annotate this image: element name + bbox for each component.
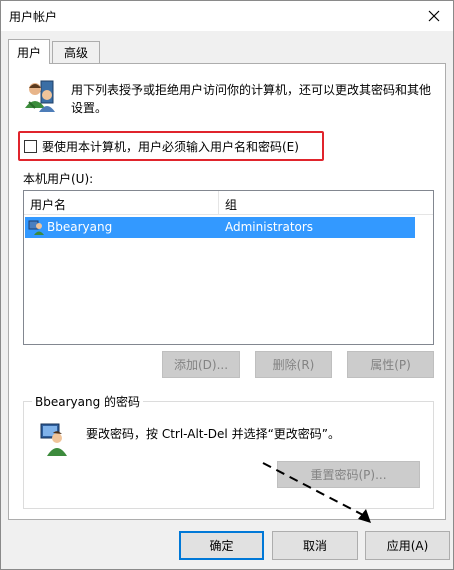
add-button[interactable]: 添加(D)...: [162, 351, 240, 378]
users-list[interactable]: 用户名 组 Bbearyang Administrators: [23, 190, 434, 345]
cancel-button[interactable]: 取消: [272, 531, 358, 560]
description-text: 用下列表授予或拒绝用户访问你的计算机，还可以更改其密码和其他设置。: [71, 83, 432, 115]
window-title: 用户帐户: [9, 10, 58, 24]
title-bar: 用户帐户: [1, 1, 453, 31]
row-username: Bbearyang: [47, 220, 113, 234]
column-divider[interactable]: [218, 191, 219, 215]
password-groupbox: Bbearyang 的密码 要改密码，按 Ctrl-Alt-Del 并选择“更改…: [23, 393, 434, 509]
apply-button[interactable]: 应用(A): [365, 531, 450, 560]
user-icon: [28, 220, 44, 235]
column-username[interactable]: 用户名: [30, 196, 66, 213]
users-icon: [25, 80, 55, 112]
local-users-label: 本机用户(U):: [23, 172, 94, 186]
password-group-title: Bbearyang 的密码: [32, 393, 144, 410]
list-header: 用户名 组: [24, 191, 433, 215]
require-login-checkbox[interactable]: [24, 140, 37, 153]
column-group[interactable]: 组: [225, 196, 237, 213]
ok-button[interactable]: 确定: [179, 531, 264, 560]
tab-advanced-label: 高级: [63, 46, 88, 60]
password-user-icon: [40, 423, 67, 456]
remove-button[interactable]: 删除(R): [255, 351, 332, 378]
tab-advanced[interactable]: 高级: [52, 41, 100, 63]
properties-button[interactable]: 属性(P): [347, 351, 434, 378]
close-icon: [428, 10, 440, 22]
users-tab-panel: 用下列表授予或拒绝用户访问你的计算机，还可以更改其密码和其他设置。 要使用本计算…: [8, 63, 446, 520]
close-button[interactable]: [419, 1, 449, 31]
password-instructions: 要改密码，按 Ctrl-Alt-Del 并选择“更改密码”。: [86, 427, 341, 441]
require-login-row[interactable]: 要使用本计算机，用户必须输入用户名和密码(E): [24, 138, 299, 155]
require-login-label: 要使用本计算机，用户必须输入用户名和密码(E): [42, 140, 299, 154]
tab-users-label: 用户: [16, 45, 41, 60]
reset-password-button[interactable]: 重置密码(P)...: [277, 461, 420, 488]
tab-users[interactable]: 用户: [8, 39, 50, 64]
row-group: Administrators: [225, 220, 314, 234]
user-accounts-window: 用户帐户 用户 高级 用下列表授予或拒绝用户访问你的计算机，还可以更改其密码和其…: [0, 0, 454, 570]
table-row[interactable]: Bbearyang Administrators: [25, 217, 415, 238]
